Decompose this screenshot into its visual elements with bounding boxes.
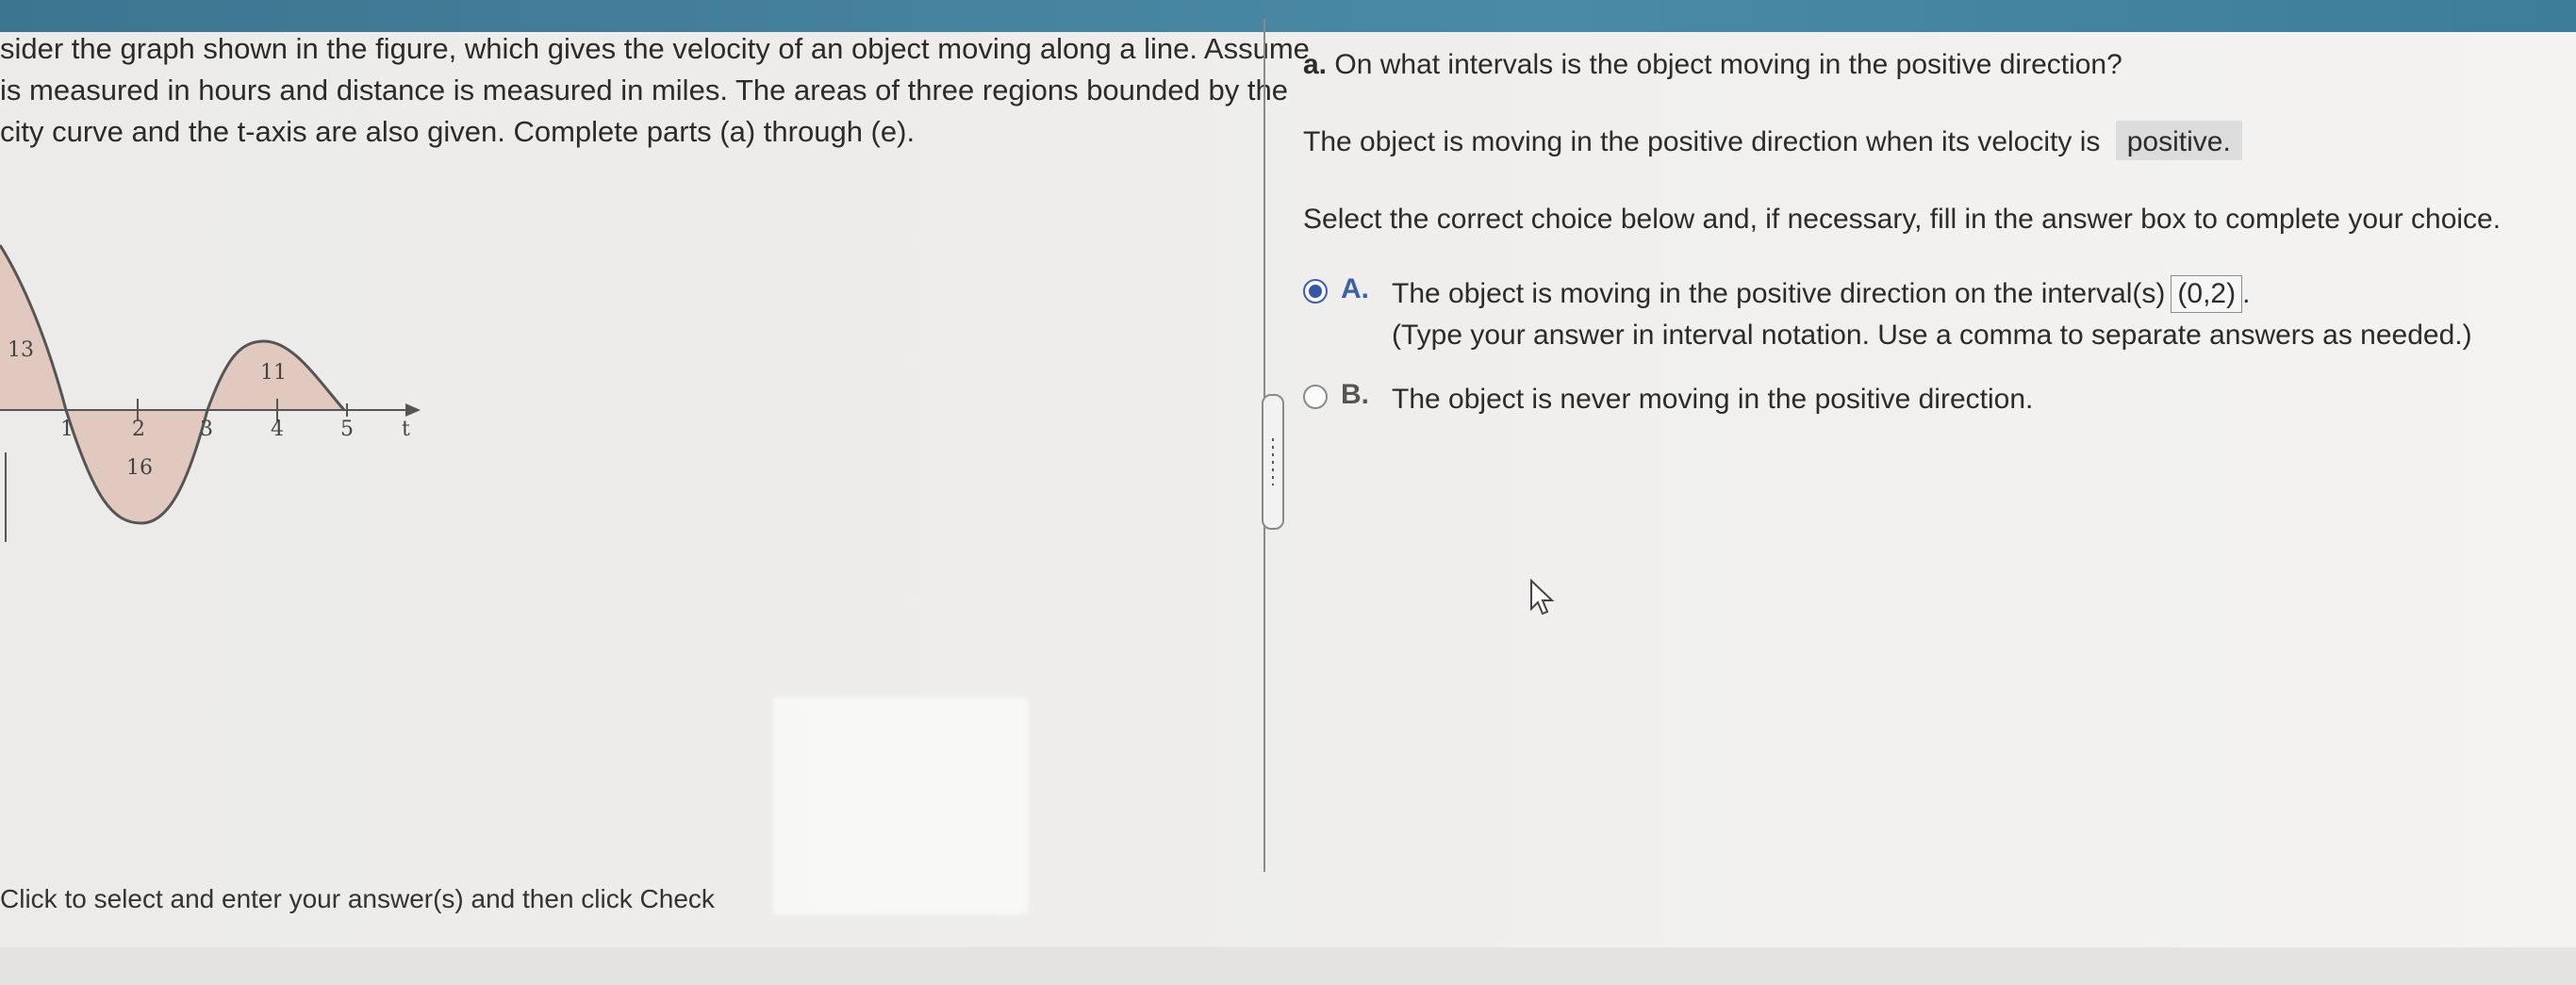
interval-answer-input[interactable]: (0,2) bbox=[2171, 275, 2243, 313]
tick-label-5: 5 bbox=[340, 418, 354, 441]
choice-b[interactable]: B. The object is never moving in the pos… bbox=[1303, 379, 2033, 420]
screen-glare bbox=[773, 698, 1028, 914]
choice-b-letter: B. bbox=[1341, 379, 1369, 410]
statement-text: The object is moving in the positive dir… bbox=[1303, 126, 2101, 157]
part-a-label: a. bbox=[1303, 49, 1328, 80]
select-instruction: Select the correct choice below and, if … bbox=[1303, 204, 2502, 235]
grip-dots-icon bbox=[1272, 438, 1274, 485]
tick-label-2: 2 bbox=[132, 418, 145, 441]
choice-b-text: The object is never moving in the positi… bbox=[1392, 384, 2034, 415]
choice-a-text: The object is moving in the positive dir… bbox=[1392, 278, 2166, 309]
problem-line-3: city curve and the t-axis are also given… bbox=[0, 115, 916, 148]
tick-label-3: 3 bbox=[200, 418, 213, 441]
mouse-pointer-icon bbox=[1530, 579, 1555, 616]
statement-answer-dropdown[interactable]: positive. bbox=[2115, 121, 2242, 160]
tick-label-1: 1 bbox=[60, 418, 74, 441]
area-label-16: 16 bbox=[126, 456, 153, 480]
choice-b-radio[interactable] bbox=[1303, 385, 1328, 409]
choice-a-letter: A. bbox=[1341, 273, 1369, 304]
choice-a-body: The object is moving in the positive dir… bbox=[1392, 273, 2472, 356]
pane-resize-handle[interactable] bbox=[1262, 394, 1284, 530]
bottom-strip bbox=[0, 947, 2576, 985]
velocity-statement: The object is moving in the positive dir… bbox=[1303, 121, 2242, 160]
tick-label-4: 4 bbox=[271, 418, 284, 441]
part-a-question-text: On what intervals is the object moving i… bbox=[1334, 49, 2122, 80]
velocity-graph: 13 16 11 1 2 3 4 5 t bbox=[0, 244, 421, 542]
part-a-question: a. On what intervals is the object movin… bbox=[1303, 49, 2122, 81]
area-label-13: 13 bbox=[8, 338, 34, 362]
problem-line-1: sider the graph shown in the figure, whi… bbox=[0, 32, 1310, 65]
axis-label-t: t bbox=[402, 418, 410, 441]
choice-a-hint: (Type your answer in interval notation. … bbox=[1392, 320, 2472, 351]
t-axis-arrow-icon bbox=[405, 403, 421, 417]
area-label-11: 11 bbox=[260, 361, 287, 385]
top-bar bbox=[0, 0, 2576, 32]
region-1-shade bbox=[0, 245, 66, 410]
problem-line-2: is measured in hours and distance is mea… bbox=[0, 74, 1288, 107]
footer-instruction: Click to select and enter your answer(s)… bbox=[0, 884, 715, 913]
choice-a[interactable]: A. The object is moving in the positive … bbox=[1303, 273, 2472, 356]
problem-statement: sider the graph shown in the figure, whi… bbox=[0, 28, 1310, 153]
choice-a-radio[interactable] bbox=[1303, 279, 1328, 304]
